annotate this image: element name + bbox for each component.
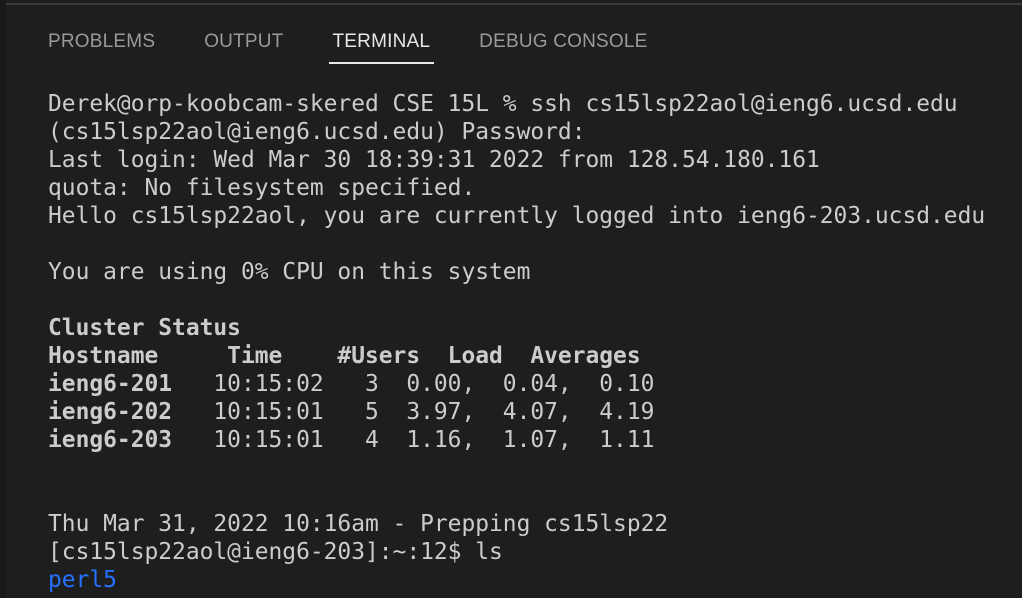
cluster-stats: 10:15:01 4 1.16, 1.07, 1.11 [172,427,655,453]
panel-top-border [6,3,1022,5]
cluster-host: ieng6-203 [48,427,173,453]
terminal-line: You are using 0% CPU on this system [48,259,531,285]
panel-tabs: PROBLEMS OUTPUT TERMINAL DEBUG CONSOLE [48,28,697,64]
terminal-line: [cs15lsp22aol@ieng6-203]:~:12$ ls [48,539,503,565]
cluster-row: ieng6-201 10:15:02 3 0.00, 0.04, 0.10 [48,370,985,398]
terminal-line: quota: No filesystem specified. [48,175,476,201]
tab-output[interactable]: OUTPUT [204,28,283,64]
terminal-line: Last login: Wed Mar 30 18:39:31 2022 fro… [48,147,820,173]
tab-terminal[interactable]: TERMINAL [328,28,434,64]
cluster-stats: 10:15:02 3 0.00, 0.04, 0.10 [172,371,655,397]
cluster-row: ieng6-203 10:15:01 4 1.16, 1.07, 1.11 [48,426,985,454]
terminal-line: Derek@orp-koobcam-skered CSE 15L % ssh c… [48,91,958,117]
ls-directory-entry: perl5 [48,567,117,593]
terminal-line: (cs15lsp22aol@ieng6.ucsd.edu) Password: [48,119,586,145]
tab-problems[interactable]: PROBLEMS [48,28,155,64]
cluster-host: ieng6-202 [48,399,173,425]
cluster-row: ieng6-202 10:15:01 5 3.97, 4.07, 4.19 [48,398,985,426]
terminal-line: Hello cs15lsp22aol, you are currently lo… [48,203,986,229]
cluster-stats: 10:15:01 5 3.97, 4.07, 4.19 [172,399,655,425]
terminal-line: Thu Mar 31, 2022 10:16am - Prepping cs15… [48,511,669,537]
cluster-title: Cluster Status [48,315,241,341]
cluster-host: ieng6-201 [48,371,173,397]
left-edge [0,0,6,598]
cluster-header: Hostname Time #Users Load Averages [48,343,641,369]
terminal-output[interactable]: Derek@orp-koobcam-skered CSE 15L % ssh c… [48,90,985,594]
tab-debug-console[interactable]: DEBUG CONSOLE [479,28,647,64]
